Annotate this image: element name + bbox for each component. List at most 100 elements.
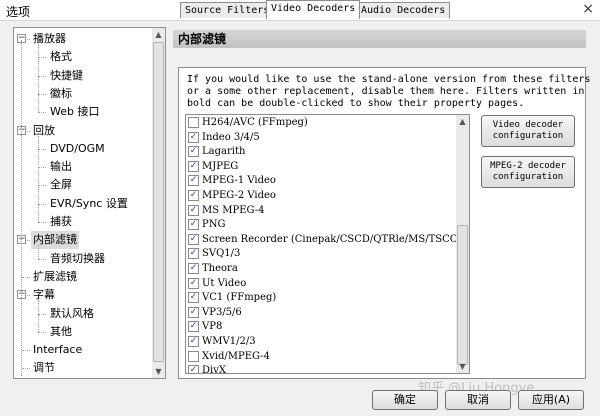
filter-label: DivX bbox=[202, 365, 226, 374]
filter-checkbox[interactable]: ✓ bbox=[188, 263, 199, 274]
tree-item[interactable]: EVR/Sync 设置 bbox=[48, 195, 130, 213]
button-label-line: MPEG-2 decoder bbox=[490, 161, 566, 171]
tree-item[interactable]: 全屏 bbox=[48, 176, 74, 194]
filter-checkbox[interactable]: ✓ bbox=[188, 365, 199, 373]
tree-item-label: 其他 bbox=[50, 324, 72, 338]
tree-item-label: DVD/OGM bbox=[50, 141, 105, 155]
tree-item-label: 默认风格 bbox=[50, 306, 94, 320]
tree-scrollbar[interactable]: ▲ ▼ bbox=[152, 28, 165, 378]
options-tree[interactable]: 播放器 − 格式 快捷键 徽标 Web 接口 回放 − DVD/OGM 输出 全屏 EVR/Sync … bbox=[13, 27, 166, 379]
tree-item[interactable]: 回放 bbox=[31, 122, 57, 140]
filter-checkbox[interactable]: ✓ bbox=[188, 248, 199, 260]
filter-checkbox[interactable]: ✓ bbox=[188, 233, 199, 245]
filter-checkbox[interactable]: ✓ bbox=[188, 175, 199, 187]
filter-list[interactable]: H264/AVC (FFmpeg) ✓ Indeo 3/4/5 ✓ Lagarith ✓ M… bbox=[185, 114, 470, 374]
filter-label: Lagarith bbox=[202, 146, 246, 158]
tree-connector bbox=[38, 44, 39, 113]
scroll-down-icon[interactable]: ▼ bbox=[152, 365, 165, 378]
filter-label: MJPEG bbox=[202, 160, 239, 172]
scroll-down-icon[interactable]: ▼ bbox=[456, 360, 469, 373]
tree-item[interactable]: 输出 bbox=[48, 158, 74, 176]
tree-item-label: 快捷键 bbox=[50, 68, 83, 82]
close-icon[interactable]: × bbox=[582, 1, 594, 17]
tree-item[interactable]: 默认风格 bbox=[48, 305, 96, 323]
filter-checkbox[interactable]: ✓ bbox=[188, 131, 199, 143]
tree-connector bbox=[38, 185, 46, 187]
tab-video-decoders[interactable]: Video Decoders bbox=[266, 0, 361, 19]
tree-connector bbox=[38, 148, 46, 150]
description-line: If you would like to use the stand-alone… bbox=[187, 74, 591, 85]
tree-item[interactable]: 调节 bbox=[31, 359, 57, 377]
filter-label: PNG bbox=[202, 219, 226, 231]
scroll-up-icon[interactable]: ▲ bbox=[152, 28, 165, 41]
filter-checkbox[interactable]: ✓ bbox=[188, 204, 199, 216]
tree-item[interactable]: Interface bbox=[31, 341, 84, 359]
tree-item-label: EVR/Sync 设置 bbox=[50, 196, 128, 210]
tree-item[interactable]: 字幕 bbox=[31, 286, 57, 304]
tree-connector bbox=[38, 57, 46, 59]
mpeg2-decoder-config-button[interactable]: MPEG-2 decoder configuration bbox=[481, 156, 575, 188]
tree-connector bbox=[38, 203, 46, 205]
filter-checkbox[interactable] bbox=[188, 350, 199, 362]
tree-connector bbox=[21, 40, 22, 376]
tree-item[interactable]: 扩展滤镜 bbox=[31, 268, 79, 286]
filter-checkbox[interactable]: ✓ bbox=[188, 321, 199, 333]
tree-item-label: 全屏 bbox=[50, 178, 72, 192]
tree-item-label: Interface bbox=[33, 343, 83, 357]
filter-label: MPEG-2 Video bbox=[202, 190, 276, 201]
apply-button[interactable]: 应用(A) bbox=[518, 390, 584, 410]
filter-label: H264/AVC (FFmpeg) bbox=[202, 117, 308, 128]
tree-item-label: 徽标 bbox=[50, 86, 72, 100]
tree-item-label: Web 接口 bbox=[50, 105, 100, 119]
filter-checkbox[interactable]: ✓ bbox=[188, 190, 199, 201]
filter-label: MS MPEG-4 bbox=[202, 204, 265, 216]
tab-audio-decoders[interactable]: Audio Decoders bbox=[356, 2, 451, 18]
filter-list-scrollbar[interactable]: ▲ ▼ bbox=[456, 115, 469, 373]
tree-connector bbox=[38, 75, 46, 77]
filter-checkbox[interactable]: ✓ bbox=[188, 146, 199, 158]
tree-item-label: 扩展滤镜 bbox=[33, 269, 77, 283]
filter-checkbox[interactable]: ✓ bbox=[188, 292, 199, 304]
filter-label: Xvid/MPEG-4 bbox=[202, 350, 270, 362]
tree-item-label: 捕获 bbox=[50, 215, 72, 228]
tree-item[interactable]: 格式 bbox=[48, 48, 74, 66]
tree-connector bbox=[38, 135, 39, 222]
filter-checkbox[interactable]: ✓ bbox=[188, 160, 199, 172]
tree-item[interactable]: Web 接口 bbox=[48, 103, 101, 121]
filter-checkbox[interactable] bbox=[188, 117, 199, 128]
tree-scroll-thumb[interactable] bbox=[153, 42, 164, 362]
tree-connector bbox=[38, 258, 46, 260]
ok-button[interactable]: 确定 bbox=[372, 390, 438, 410]
filter-label: Ut Video bbox=[202, 277, 247, 289]
description-text: If you would like to use the stand-alone… bbox=[187, 74, 591, 110]
filter-label: WMV1/2/3 bbox=[202, 336, 256, 347]
tree-connector bbox=[22, 276, 30, 278]
filter-checkbox[interactable]: ✓ bbox=[188, 277, 199, 289]
tree-item-label: 内部滤镜 bbox=[33, 233, 77, 247]
filter-scroll-thumb[interactable] bbox=[457, 225, 468, 365]
tab-source-filters[interactable]: Source Filters bbox=[180, 2, 275, 18]
filter-checkbox[interactable]: ✓ bbox=[188, 306, 199, 318]
section-title: 内部滤镜 bbox=[173, 30, 586, 48]
video-decoder-config-button[interactable]: Video decoder configuration bbox=[481, 115, 575, 147]
scroll-up-icon[interactable]: ▲ bbox=[456, 115, 469, 128]
tree-item[interactable]: 其他 bbox=[48, 323, 74, 341]
tree-connector bbox=[38, 112, 46, 114]
tree-item-label: 输出 bbox=[50, 160, 72, 174]
filter-label: VP8 bbox=[202, 321, 223, 333]
tree-item[interactable]: 音频切换器 bbox=[48, 250, 107, 268]
tree-connector bbox=[38, 167, 46, 169]
tree-item[interactable]: 捕获 bbox=[48, 213, 74, 231]
button-label-line: Video decoder bbox=[492, 120, 564, 130]
window-title: 选项 bbox=[6, 5, 31, 19]
tree-item[interactable]: 快捷键 bbox=[48, 67, 85, 85]
cancel-button[interactable]: 取消 bbox=[445, 390, 511, 410]
filter-checkbox[interactable]: ✓ bbox=[188, 336, 199, 347]
tree-item[interactable]: DVD/OGM bbox=[48, 140, 107, 158]
tree-item[interactable]: 播放器 bbox=[31, 30, 68, 48]
filter-label: SVQ1/3 bbox=[202, 248, 241, 260]
tree-item-label: 音频切换器 bbox=[50, 251, 105, 265]
filter-checkbox[interactable]: ✓ bbox=[188, 219, 199, 231]
tree-item[interactable]: 徽标 bbox=[48, 85, 74, 103]
tree-connector bbox=[22, 350, 30, 352]
